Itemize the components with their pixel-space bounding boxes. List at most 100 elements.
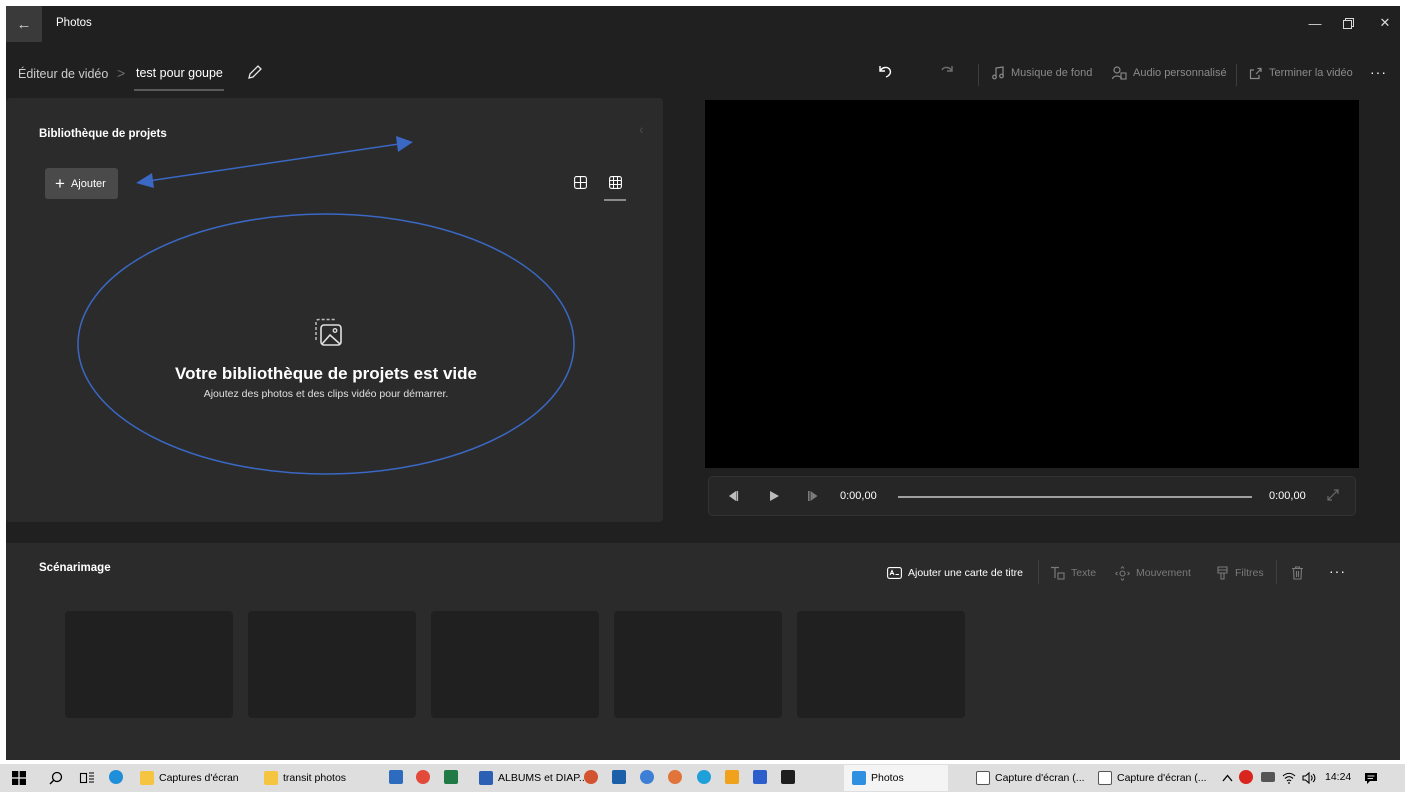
video-preview[interactable] (705, 100, 1359, 468)
command-bar: Éditeur de vidéo > test pour goupe Musiq… (6, 50, 1400, 91)
edge-icon[interactable] (109, 770, 123, 784)
export-icon (1249, 67, 1262, 80)
current-time: 0:00,00 (840, 490, 877, 502)
command-divider (1236, 64, 1237, 86)
task-view-icon[interactable] (79, 767, 95, 789)
storyboard-slot[interactable] (431, 611, 599, 718)
motion-label: Mouvement (1136, 567, 1191, 579)
app-icon[interactable] (781, 770, 795, 784)
add-title-card-button[interactable]: Ajouter une carte de titre (887, 563, 1023, 583)
folder-icon (264, 771, 278, 785)
filters-icon (1217, 565, 1228, 580)
restore-icon[interactable] (1333, 10, 1363, 36)
app-icon[interactable] (753, 770, 767, 784)
battery-icon[interactable] (1261, 772, 1275, 782)
back-arrow-icon[interactable]: ← (6, 6, 42, 42)
powerpoint-icon[interactable] (584, 770, 598, 784)
storyboard-divider (1276, 560, 1277, 584)
excel-icon[interactable] (444, 770, 458, 784)
wifi-icon[interactable] (1282, 767, 1296, 789)
photoshop-icon[interactable] (612, 770, 626, 784)
storyboard-slot[interactable] (248, 611, 416, 718)
add-button[interactable]: + Ajouter (45, 168, 118, 199)
add-button-label: Ajouter (70, 177, 106, 190)
taskbar-item-label: ALBUMS et DIAP... (498, 772, 588, 784)
photo-library-icon (311, 316, 347, 352)
search-icon[interactable] (49, 767, 63, 789)
folder-icon (140, 771, 154, 785)
storyboard-more-icon[interactable]: ··· (1329, 563, 1346, 579)
taskbar-item-label: Photos (871, 772, 904, 784)
minimize-icon[interactable]: — (1300, 10, 1330, 36)
title-bar: ← Photos — ✕ (6, 6, 1400, 42)
taskbar-item-label: transit photos (283, 772, 347, 784)
taskbar-item-albums[interactable]: ALBUMS et DIAP... (479, 767, 588, 789)
app-icon[interactable] (668, 770, 682, 784)
storyboard-title: Scénarimage (39, 562, 111, 574)
music-note-icon (992, 66, 1004, 80)
taskbar-item-label: Capture d'écran (... (995, 772, 1085, 784)
app-icon[interactable] (640, 770, 654, 784)
taskbar-item-captures[interactable]: Captures d'écran (140, 767, 239, 789)
delete-icon[interactable] (1291, 563, 1310, 583)
finish-video-label: Terminer la vidéo (1269, 67, 1353, 79)
person-audio-icon (1111, 66, 1127, 80)
storyboard-slot[interactable] (797, 611, 965, 718)
breadcrumb-video-editor[interactable]: Éditeur de vidéo (18, 67, 108, 81)
background-music-label: Musique de fond (1011, 67, 1093, 79)
text-label: Texte (1071, 567, 1097, 579)
text-button[interactable]: Texte (1050, 563, 1096, 583)
taskbar-item-transit-photos[interactable]: transit photos (264, 767, 346, 789)
chrome-icon[interactable] (416, 770, 430, 784)
screenshot-icon (1098, 771, 1112, 785)
motion-button[interactable]: Mouvement (1115, 563, 1191, 583)
taskbar-item-photos[interactable]: Photos (852, 767, 904, 789)
library-title: Bibliothèque de projets (39, 128, 167, 140)
taskbar-item-label: Captures d'écran (159, 772, 239, 784)
storyboard-panel: Scénarimage Ajouter une carte de titre T… (6, 543, 1400, 760)
previous-frame-icon[interactable] (727, 490, 739, 505)
play-icon[interactable] (768, 490, 780, 505)
selected-view-indicator (604, 199, 626, 201)
photos-window: ← Photos — ✕ Éditeur de vidéo > test pou… (6, 6, 1400, 760)
app-icon[interactable] (725, 770, 739, 784)
seek-bar[interactable] (898, 496, 1252, 498)
taskbar-item-capture-2[interactable]: Capture d'écran (... (1098, 767, 1207, 789)
total-time: 0:00,00 (1269, 490, 1306, 502)
plus-icon: + (55, 174, 65, 193)
small-grid-view-icon[interactable] (609, 176, 623, 190)
storyboard-slot[interactable] (65, 611, 233, 718)
taskbar-item-capture-1[interactable]: Capture d'écran (... (976, 767, 1085, 789)
notification-icon[interactable] (1364, 767, 1378, 789)
skype-icon[interactable] (697, 770, 711, 784)
chevron-up-icon[interactable] (1222, 767, 1233, 789)
undo-icon[interactable] (876, 62, 896, 82)
filters-label: Filtres (1235, 567, 1264, 579)
custom-audio-button[interactable]: Audio personnalisé (1111, 62, 1227, 84)
store-icon[interactable] (389, 770, 403, 784)
redo-icon[interactable] (938, 62, 958, 82)
antivirus-icon[interactable] (1239, 770, 1253, 784)
collapse-panel-icon[interactable]: ‹ (639, 121, 644, 137)
windows-start-icon[interactable] (12, 767, 26, 789)
project-name-underline (134, 89, 224, 91)
next-frame-icon[interactable] (807, 490, 819, 505)
title-card-icon (887, 567, 902, 579)
app-title: Photos (56, 17, 92, 29)
background-music-button[interactable]: Musique de fond (991, 62, 1092, 84)
fullscreen-icon[interactable] (1326, 488, 1340, 505)
windows-taskbar: Captures d'écran transit photos ALBUMS e… (0, 764, 1405, 792)
photos-icon (852, 771, 866, 785)
volume-icon[interactable] (1302, 767, 1317, 789)
project-name[interactable]: test pour goupe (136, 66, 223, 80)
large-grid-view-icon[interactable] (574, 176, 588, 190)
close-icon[interactable]: ✕ (1370, 10, 1400, 36)
finish-video-button[interactable]: Terminer la vidéo (1249, 62, 1353, 84)
storyboard-slot[interactable] (614, 611, 782, 718)
project-library-panel: Bibliothèque de projets ‹ + Ajouter Votr… (6, 98, 663, 522)
pencil-icon[interactable] (246, 63, 266, 83)
more-options-icon[interactable]: ··· (1370, 64, 1387, 80)
custom-audio-label: Audio personnalisé (1133, 67, 1227, 79)
clock[interactable]: 14:24 (1325, 771, 1351, 783)
filters-button[interactable]: Filtres (1216, 563, 1264, 583)
